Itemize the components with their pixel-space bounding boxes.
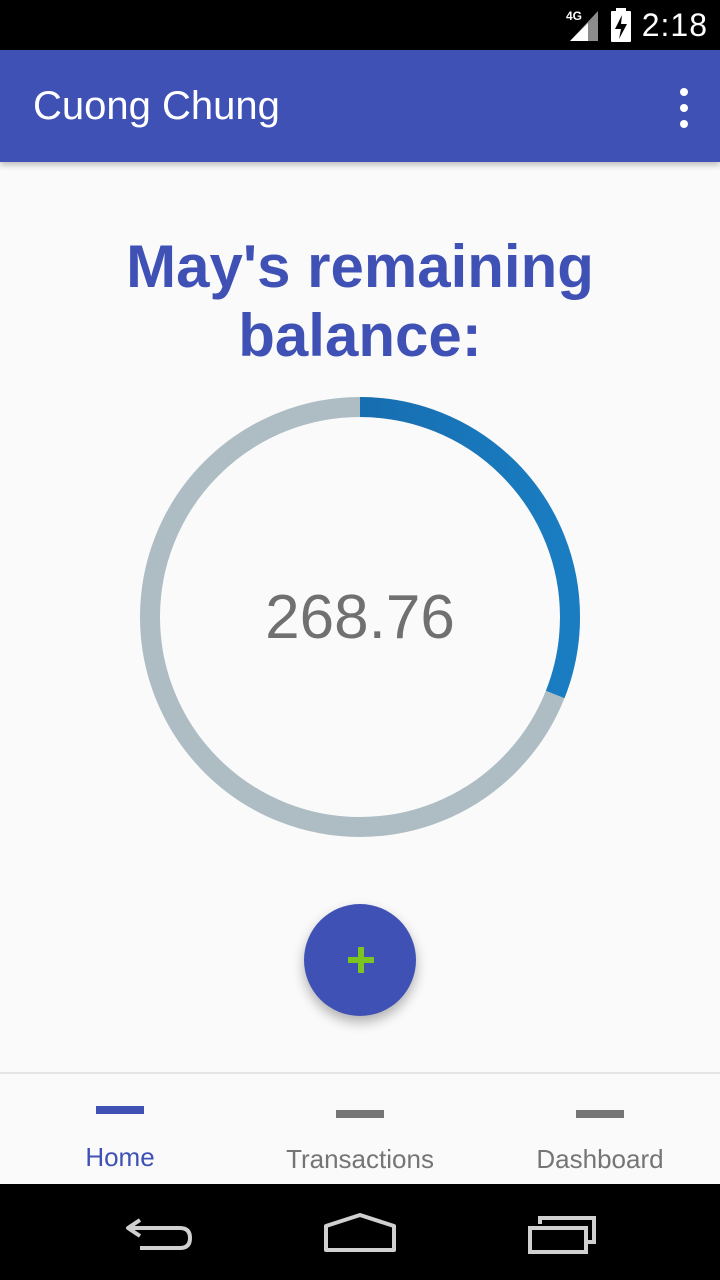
- tab-label-transactions: Transactions: [286, 1144, 434, 1174]
- more-vert-icon[interactable]: [674, 88, 694, 128]
- recents-icon[interactable]: [526, 1214, 598, 1256]
- status-icons: 4G 2:18: [564, 0, 708, 50]
- page-title: May's remaining balance:: [126, 233, 594, 369]
- system-navigation-bar: [0, 1184, 720, 1280]
- battery-charging-icon: [610, 8, 631, 42]
- dashboard-tab-indicator: [576, 1110, 624, 1118]
- add-transaction-button[interactable]: [304, 904, 416, 1016]
- clock: 2:18: [641, 6, 708, 43]
- tab-home[interactable]: Home: [0, 1074, 240, 1186]
- app-title: Cuong Chung: [33, 84, 280, 128]
- transactions-tab-indicator: [336, 1110, 384, 1118]
- tab-transactions[interactable]: Transactions: [240, 1074, 480, 1186]
- back-icon[interactable]: [124, 1214, 196, 1254]
- plus-icon: [348, 947, 374, 973]
- status-bar: 4G 2:18: [0, 0, 720, 50]
- tab-label-home: Home: [85, 1142, 155, 1172]
- balance-value: 268.76: [265, 583, 455, 652]
- network-type: 4G: [566, 9, 582, 23]
- app-bar: Cuong Chung: [0, 50, 720, 162]
- tab-dashboard[interactable]: Dashboard: [480, 1074, 720, 1186]
- home-tab-indicator: [96, 1106, 144, 1114]
- signal-icon: 4G: [566, 9, 598, 41]
- tab-label-dashboard: Dashboard: [536, 1144, 664, 1174]
- bottom-navigation: Home Transactions Dashboard: [0, 1072, 720, 1186]
- home-icon[interactable]: [322, 1212, 398, 1254]
